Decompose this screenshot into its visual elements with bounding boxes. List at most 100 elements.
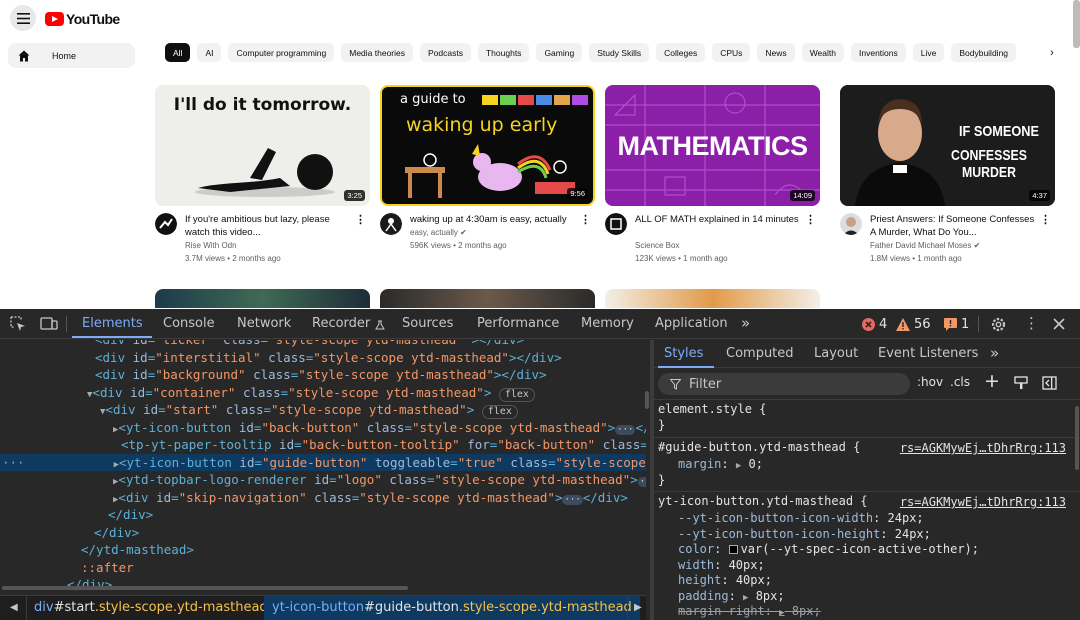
tab-recorder[interactable]: Recorder <box>312 316 370 331</box>
video-thumbnail[interactable] <box>155 289 370 308</box>
tab-performance[interactable]: Performance <box>477 316 559 331</box>
guide-menu-button[interactable] <box>10 5 36 31</box>
warning-counter[interactable]: 56 <box>896 317 931 332</box>
tab-computed[interactable]: Computed <box>726 346 794 361</box>
chip-cpus[interactable]: CPUs <box>712 43 751 62</box>
breadcrumb-item-guide-button[interactable]: yt-icon-button#guide-button.style-scope.… <box>264 596 640 620</box>
color-swatch[interactable] <box>728 545 738 554</box>
tab-layout[interactable]: Layout <box>814 346 858 361</box>
flex-badge[interactable]: flex <box>498 387 535 402</box>
breadcrumb-left-arrow-icon[interactable]: ◀ <box>10 596 18 620</box>
dom-node-interstitial[interactable]: <div id="interstitial" class="style-scop… <box>0 349 646 367</box>
tab-sources[interactable]: Sources <box>402 316 453 331</box>
settings-gear-icon[interactable] <box>990 316 1007 333</box>
toggle-sidebar-icon[interactable] <box>1042 376 1057 390</box>
inspect-element-icon[interactable] <box>10 316 26 332</box>
tab-network[interactable]: Network <box>237 316 291 331</box>
video-card[interactable]: IF SOMEONE CONFESSES MURDER 4:37 Priest … <box>840 85 1055 273</box>
dom-tree-vertical-scrollbar[interactable] <box>645 391 649 409</box>
channel-name[interactable]: Rise With Odn <box>185 241 237 250</box>
tab-elements[interactable]: Elements <box>82 316 143 331</box>
paint-brush-icon[interactable] <box>1014 376 1028 390</box>
dom-node-after-pseudo[interactable]: ::after <box>0 559 646 577</box>
dom-node-skip-navigation[interactable]: ▶<div id="skip-navigation" class="style-… <box>0 489 646 507</box>
chip-computer-programming[interactable]: Computer programming <box>228 43 335 62</box>
error-counter[interactable]: 4 <box>862 317 887 332</box>
video-thumbnail[interactable]: IF SOMEONE CONFESSES MURDER 4:37 <box>840 85 1055 206</box>
toggle-hov-button[interactable]: :hov <box>917 375 943 389</box>
chip-next-chevron-icon[interactable]: › <box>1044 45 1060 61</box>
device-toolbar-icon[interactable] <box>40 316 58 332</box>
dom-node-close-div[interactable]: </div> <box>0 524 646 542</box>
rule-selector[interactable]: yt-icon-button.ytd-masthead { <box>658 494 868 510</box>
dom-node-back-button-tooltip[interactable]: <tp-yt-paper-tooltip id="back-button-too… <box>0 436 646 454</box>
page-scrollbar[interactable] <box>1073 0 1080 48</box>
chip-media-theories[interactable]: Media theories <box>341 43 414 62</box>
video-title[interactable]: Priest Answers: If Someone Confesses A M… <box>870 213 1035 239</box>
dom-tree-horizontal-scrollbar[interactable] <box>2 586 408 590</box>
more-options-icon[interactable]: ⋮ <box>805 213 816 226</box>
video-card[interactable]: MATHEMATICS 14:09 ALL OF MATH explained … <box>605 85 820 273</box>
tab-event-listeners[interactable]: Event Listeners <box>878 346 978 361</box>
styles-filter-input[interactable]: Filter <box>658 373 910 395</box>
dom-node-logo[interactable]: ▶<ytd-topbar-logo-renderer id="logo" cla… <box>0 471 646 489</box>
channel-name[interactable]: Father David Michael Moses ✔ <box>870 241 980 250</box>
flex-badge[interactable]: flex <box>481 405 518 419</box>
more-options-icon[interactable]: ⋮ <box>580 213 591 226</box>
css-declaration[interactable]: height: 40px; <box>678 573 772 589</box>
dom-node-ticker[interactable]: <div id="ticker" class="style-scope ytd-… <box>0 340 646 349</box>
more-subtabs-icon[interactable]: » <box>990 344 999 362</box>
channel-avatar[interactable] <box>605 213 627 235</box>
rule-source-link[interactable]: rs=AGKMywEj…tDhrRrg:113 <box>900 495 1066 509</box>
video-title[interactable]: waking up at 4:30am is easy, actually <box>410 213 575 226</box>
chip-inventions[interactable]: Inventions <box>851 43 906 62</box>
more-options-icon[interactable]: ⋮ <box>1040 213 1051 226</box>
dom-node-back-button[interactable]: ▶<yt-icon-button id="back-button" class=… <box>0 419 646 437</box>
css-declaration[interactable]: --yt-icon-button-icon-height: 24px; <box>678 527 931 543</box>
more-options-icon[interactable]: ⋮ <box>355 213 366 226</box>
chip-thoughts[interactable]: Thoughts <box>477 43 530 62</box>
css-declaration-overridden[interactable]: margin-right: ▶ 8px; <box>678 604 821 620</box>
close-devtools-icon[interactable] <box>1053 318 1065 330</box>
dom-node-guide-button-selected[interactable]: ··· ▶<yt-icon-button id="guide-button" to… <box>0 453 646 471</box>
dom-node-close-masthead[interactable]: </ytd-masthead> <box>0 541 646 559</box>
rule-selector[interactable]: #guide-button.ytd-masthead { <box>658 440 860 456</box>
video-thumbnail[interactable]: MATHEMATICS 14:09 <box>605 85 820 206</box>
channel-name[interactable]: Science Box <box>635 241 679 250</box>
element-style-rule[interactable]: element.style { <box>658 402 766 418</box>
video-thumbnail[interactable]: a guide to waking up early 9:56 <box>380 85 595 206</box>
styles-scrollbar[interactable] <box>1075 406 1079 470</box>
video-thumbnail[interactable]: I'll do it tomorrow. 3:25 <box>155 85 370 206</box>
channel-avatar[interactable] <box>155 213 177 235</box>
dom-node-start[interactable]: ▼<div id="start" class="style-scope ytd-… <box>0 401 646 419</box>
chip-live[interactable]: Live <box>912 43 945 62</box>
tab-memory[interactable]: Memory <box>581 316 634 331</box>
more-options-icon[interactable]: ⋮ <box>1024 314 1039 332</box>
chip-study-skills[interactable]: Study Skills <box>589 43 650 62</box>
video-card[interactable]: I'll do it tomorrow. 3:25 If you're ambi… <box>155 85 370 273</box>
channel-avatar[interactable] <box>380 213 402 235</box>
breadcrumb-item-start[interactable]: div#start.style-scope.ytd-masthead <box>34 596 268 620</box>
chip-colleges[interactable]: Colleges <box>656 43 706 62</box>
more-tabs-icon[interactable]: » <box>741 314 750 332</box>
video-card[interactable]: a guide to waking up early 9:56 waking u… <box>380 85 595 273</box>
breadcrumb-right-arrow-icon[interactable]: ▶ <box>634 596 642 620</box>
dom-node-container[interactable]: ▼<div id="container" class="style-scope … <box>0 384 646 402</box>
tab-application[interactable]: Application <box>655 316 728 331</box>
issues-counter[interactable]: 1 <box>944 317 969 332</box>
chip-wealth[interactable]: Wealth <box>801 43 844 62</box>
dom-node-background[interactable]: <div id="background" class="style-scope … <box>0 366 646 384</box>
video-title[interactable]: If you're ambitious but lazy, please wat… <box>185 213 350 239</box>
chip-bodybuilding[interactable]: Bodybuilding <box>951 43 1017 62</box>
youtube-logo[interactable]: YouTube <box>45 11 120 27</box>
tab-styles[interactable]: Styles <box>664 346 703 361</box>
chip-gaming[interactable]: Gaming <box>536 43 583 62</box>
video-thumbnail[interactable] <box>605 289 820 308</box>
video-thumbnail[interactable] <box>380 289 595 308</box>
chip-ai[interactable]: AI <box>197 43 222 62</box>
toggle-cls-button[interactable]: .cls <box>950 375 970 389</box>
sidebar-item-home[interactable]: Home <box>8 43 135 68</box>
tab-console[interactable]: Console <box>163 316 215 331</box>
channel-avatar[interactable] <box>840 213 862 235</box>
css-declaration[interactable]: --yt-icon-button-icon-width: 24px; <box>678 511 924 527</box>
